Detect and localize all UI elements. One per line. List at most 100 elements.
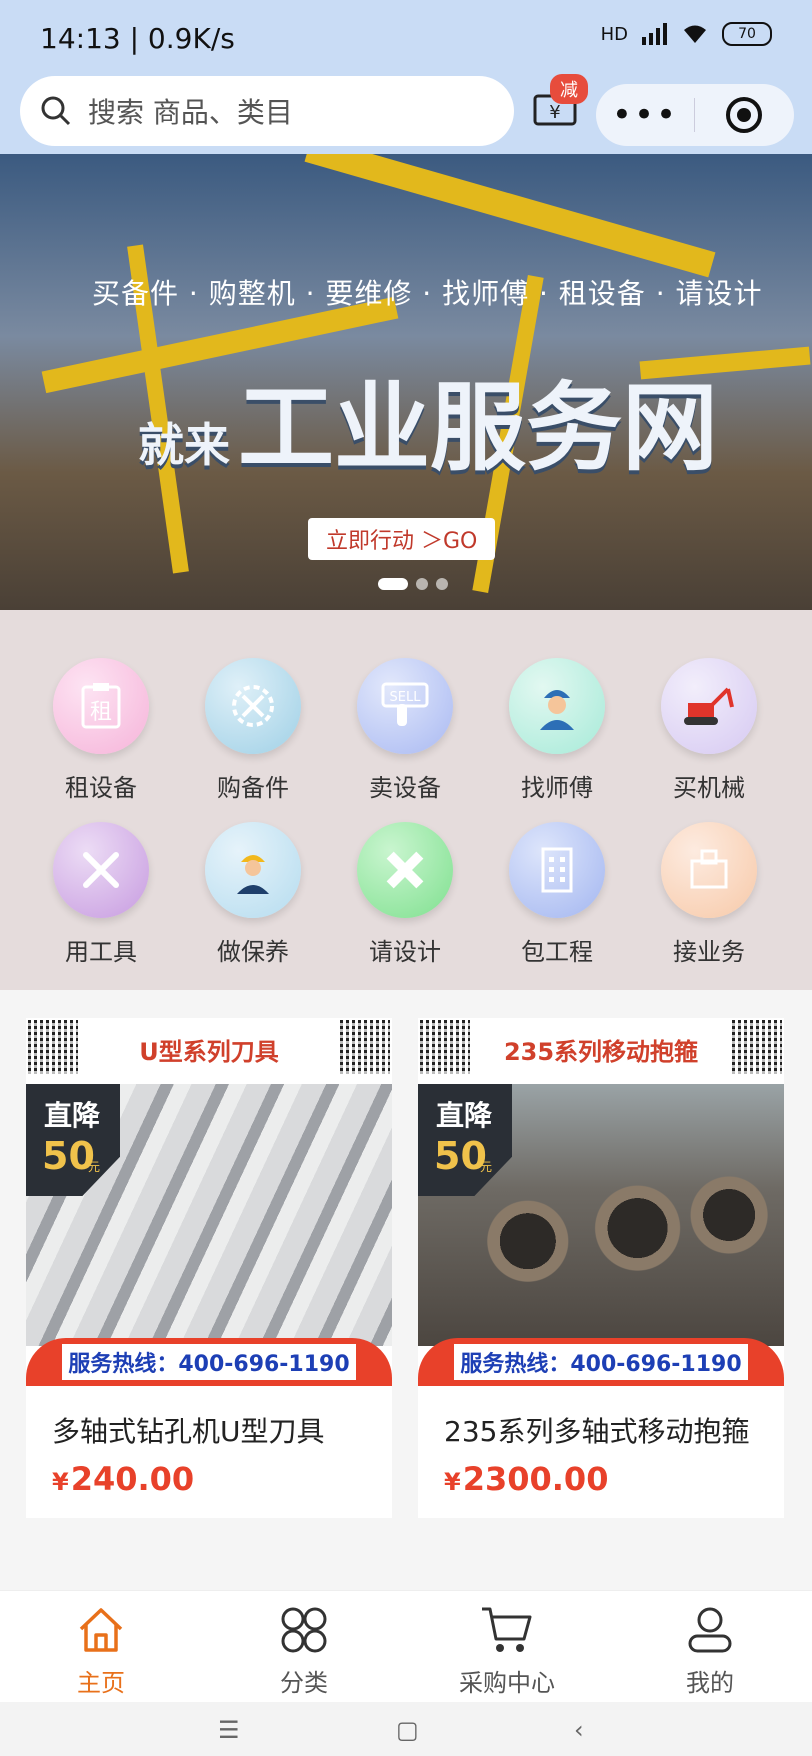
wifi-icon bbox=[684, 25, 706, 43]
category-label: 接业务 bbox=[673, 938, 745, 966]
clipboard-rent-icon: 租 bbox=[53, 658, 149, 754]
category-maintenance[interactable]: 做保养 bbox=[193, 822, 313, 967]
product-name: 多轴式钻孔机U型刀具 bbox=[52, 1415, 325, 1448]
building-icon bbox=[509, 822, 605, 918]
status-icons: HD 70 bbox=[601, 22, 772, 46]
category-contract-project[interactable]: 包工程 bbox=[497, 822, 617, 967]
tab-category[interactable]: 分类 bbox=[229, 1605, 379, 1698]
promo-label: 直降 bbox=[436, 1099, 493, 1132]
category-label: 做保养 bbox=[217, 938, 289, 966]
category-label: 请设计 bbox=[369, 938, 441, 966]
bottom-tab-bar: 主页 分类 采购中心 我的 bbox=[0, 1590, 812, 1703]
qr-code-icon bbox=[340, 1020, 390, 1074]
hotline-text: 服务热线：400-696-1190 bbox=[62, 1344, 356, 1380]
category-label: 找师傅 bbox=[521, 774, 593, 802]
cart-icon bbox=[482, 1607, 532, 1652]
product-price: ¥240.00 bbox=[52, 1460, 194, 1498]
tab-home[interactable]: 主页 bbox=[26, 1605, 176, 1698]
category-request-design[interactable]: 请设计 bbox=[345, 822, 465, 967]
briefcase-icon bbox=[661, 822, 757, 918]
search-input[interactable]: 搜索 商品、类目 bbox=[20, 76, 514, 146]
product-name: 235系列多轴式移动抱箍 bbox=[444, 1415, 750, 1448]
price-value: 240.00 bbox=[70, 1460, 195, 1498]
home-nav-icon[interactable]: ▢ bbox=[396, 1716, 419, 1744]
back-nav-icon[interactable]: ‹ bbox=[574, 1716, 584, 1744]
pencil-ruler-icon bbox=[357, 822, 453, 918]
coupon-button[interactable]: ¥ 减 bbox=[532, 74, 588, 134]
menu-nav-icon[interactable]: ☰ bbox=[218, 1716, 240, 1744]
category-grid-icon bbox=[281, 1607, 327, 1653]
currency-symbol: ¥ bbox=[444, 1468, 461, 1496]
maintenance-worker-icon bbox=[205, 822, 301, 918]
carousel-indicator bbox=[378, 578, 448, 590]
tab-label: 我的 bbox=[686, 1669, 734, 1697]
qr-code-icon bbox=[420, 1020, 470, 1074]
status-time: 14:13 | 0.9K/s bbox=[40, 22, 235, 55]
hero-banner[interactable]: 买备件 · 购整机 · 要维修 · 找师傅 · 租设备 · 请设计 就来工业服务… bbox=[0, 154, 812, 610]
category-use-tools[interactable]: 用工具 bbox=[41, 822, 161, 967]
home-icon bbox=[79, 1608, 123, 1652]
system-navigation-bar: ☰ ▢ ‹ bbox=[0, 1702, 812, 1756]
hotline-text: 服务热线：400-696-1190 bbox=[454, 1344, 748, 1380]
tab-purchase-center[interactable]: 采购中心 bbox=[432, 1605, 582, 1698]
service-hotline: 服务热线：400-696-1190 bbox=[418, 1338, 784, 1386]
close-mini-program-button[interactable] bbox=[695, 96, 793, 134]
worker-icon bbox=[509, 658, 605, 754]
category-label: 购备件 bbox=[217, 774, 289, 802]
svg-text:¥: ¥ bbox=[549, 102, 560, 123]
product-banner-title: U型系列刀具 bbox=[139, 1038, 279, 1066]
product-image: 235系列移动抱箍 直降 50 元 服务热线：400-696-1190 bbox=[418, 1018, 784, 1386]
category-take-business[interactable]: 接业务 bbox=[649, 822, 769, 967]
status-bar: 14:13 | 0.9K/s HD 70 bbox=[0, 0, 812, 70]
category-rent-equipment[interactable]: 租 租设备 bbox=[41, 658, 161, 803]
search-placeholder: 搜索 商品、类目 bbox=[88, 96, 293, 129]
search-icon bbox=[41, 96, 71, 126]
sell-hand-icon: SELL bbox=[357, 658, 453, 754]
category-buy-parts[interactable]: 购备件 bbox=[193, 658, 313, 803]
wrench-gear-icon bbox=[205, 658, 301, 754]
tab-label: 主页 bbox=[77, 1669, 125, 1697]
carousel-dot bbox=[416, 578, 428, 590]
currency-symbol: ¥ bbox=[52, 1468, 69, 1496]
top-bar: 搜索 商品、类目 ¥ 减 ••• bbox=[0, 70, 812, 154]
tab-mine[interactable]: 我的 bbox=[635, 1605, 785, 1698]
category-grid: 租 租设备 购备件 SELL 卖设备 找师傅 买机械 用工具 做保养 请设计 包… bbox=[0, 610, 812, 990]
promo-label: 直降 bbox=[44, 1099, 101, 1132]
svg-text:SELL: SELL bbox=[390, 690, 422, 705]
carousel-dot bbox=[378, 578, 408, 590]
tab-label: 采购中心 bbox=[459, 1669, 555, 1697]
svg-text:租: 租 bbox=[90, 700, 112, 725]
category-label: 租设备 bbox=[65, 774, 137, 802]
category-label: 包工程 bbox=[521, 938, 593, 966]
promo-amount: 50 bbox=[434, 1134, 487, 1178]
qr-code-icon bbox=[732, 1020, 782, 1074]
category-find-technician[interactable]: 找师傅 bbox=[497, 658, 617, 803]
category-buy-machinery[interactable]: 买机械 bbox=[649, 658, 769, 803]
user-icon bbox=[688, 1607, 732, 1653]
banner-headline: 就来工业服务网 bbox=[138, 350, 718, 489]
coupon-badge: 减 bbox=[550, 74, 588, 104]
product-card[interactable]: 235系列移动抱箍 直降 50 元 服务热线：400-696-1190 235系… bbox=[418, 1018, 784, 1518]
product-card[interactable]: U型系列刀具 直降 50 元 服务热线：400-696-1190 多轴式钻孔机U… bbox=[26, 1018, 392, 1518]
qr-code-icon bbox=[28, 1020, 78, 1074]
promo-unit: 元 bbox=[88, 1160, 101, 1174]
banner-cta-button[interactable]: 立即行动 ＞GO bbox=[308, 518, 496, 560]
product-price: ¥2300.00 bbox=[444, 1460, 608, 1498]
more-menu-button[interactable]: ••• bbox=[596, 95, 694, 135]
product-image: U型系列刀具 直降 50 元 服务热线：400-696-1190 bbox=[26, 1018, 392, 1386]
product-banner-title: 235系列移动抱箍 bbox=[503, 1038, 699, 1066]
category-sell-equipment[interactable]: SELL 卖设备 bbox=[345, 658, 465, 803]
excavator-icon bbox=[661, 658, 757, 754]
carousel-dot bbox=[436, 578, 448, 590]
network-label: HD bbox=[600, 23, 628, 45]
promo-amount: 50 bbox=[42, 1134, 95, 1178]
mini-program-capsule: ••• bbox=[596, 84, 794, 146]
battery-icon: 70 bbox=[722, 22, 772, 46]
service-hotline: 服务热线：400-696-1190 bbox=[26, 1338, 392, 1386]
pump-jack-decor bbox=[304, 154, 716, 278]
banner-slogan: 买备件 · 购整机 · 要维修 · 找师傅 · 租设备 · 请设计 bbox=[92, 277, 763, 310]
promo-unit: 元 bbox=[480, 1160, 493, 1174]
banner-headline-text: 工业服务网 bbox=[238, 372, 718, 484]
category-label: 买机械 bbox=[673, 774, 745, 802]
tools-icon bbox=[53, 822, 149, 918]
